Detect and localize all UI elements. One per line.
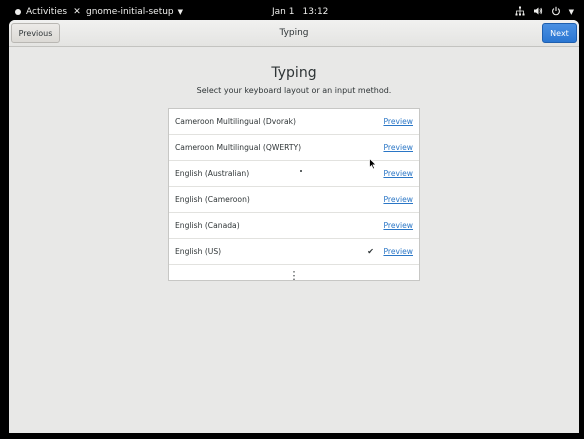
list-item[interactable]: English (Australian) Preview — [169, 161, 419, 187]
preview-link[interactable]: Preview — [383, 239, 413, 264]
preview-link[interactable]: Preview — [383, 213, 413, 238]
layout-name: Cameroon Multilingual (QWERTY) — [175, 143, 302, 152]
chevron-down-icon: ▼ — [568, 8, 574, 16]
volume-icon — [533, 6, 543, 19]
list-item[interactable]: English (Cameroon) Preview — [169, 187, 419, 213]
clock-time: 13:12 — [302, 7, 329, 17]
power-icon — [551, 6, 561, 19]
app-name: gnome-initial-setup — [86, 7, 174, 17]
page-title: Typing — [271, 65, 317, 81]
next-button[interactable]: Next — [542, 23, 577, 43]
app-icon: ✕ — [73, 7, 81, 17]
mouse-pointer-icon — [369, 155, 377, 170]
window-title: Typing — [279, 28, 309, 38]
more-vertical-icon: ⋮ — [288, 269, 300, 282]
more-options-button[interactable]: ⋮ — [169, 265, 419, 287]
stray-dot — [300, 170, 302, 172]
list-item[interactable]: English (US) ✔ Preview — [169, 239, 419, 265]
checkmark-icon: ✔ — [367, 247, 374, 256]
header-bar: Previous Typing Next — [9, 20, 579, 47]
network-icon — [515, 6, 525, 19]
preview-link[interactable]: Preview — [383, 161, 413, 186]
activities-icon — [15, 9, 21, 15]
list-item[interactable]: Cameroon Multilingual (Dvorak) Preview — [169, 109, 419, 135]
list-item[interactable]: English (Canada) Preview — [169, 213, 419, 239]
layout-name: Cameroon Multilingual (Dvorak) — [175, 117, 296, 126]
layout-name: English (US) — [175, 247, 222, 256]
keyboard-layout-list: Cameroon Multilingual (Dvorak) Preview C… — [168, 108, 420, 282]
layout-name: English (Canada) — [175, 221, 240, 230]
page-subtitle: Select your keyboard layout or an input … — [196, 86, 392, 95]
list-item[interactable]: Cameroon Multilingual (QWERTY) Preview — [169, 135, 419, 161]
preview-link[interactable]: Preview — [383, 135, 413, 160]
chevron-down-icon: ▼ — [177, 8, 184, 16]
preview-link[interactable]: Preview — [383, 187, 413, 212]
preview-link[interactable]: Preview — [383, 109, 413, 134]
layout-name: English (Cameroon) — [175, 195, 250, 204]
clock-date: Jan 1 — [272, 7, 295, 17]
setup-window: Previous Typing Next Typing Select your … — [9, 20, 579, 433]
layout-name: English (Australian) — [175, 169, 250, 178]
activities-label: Activities — [26, 7, 68, 17]
